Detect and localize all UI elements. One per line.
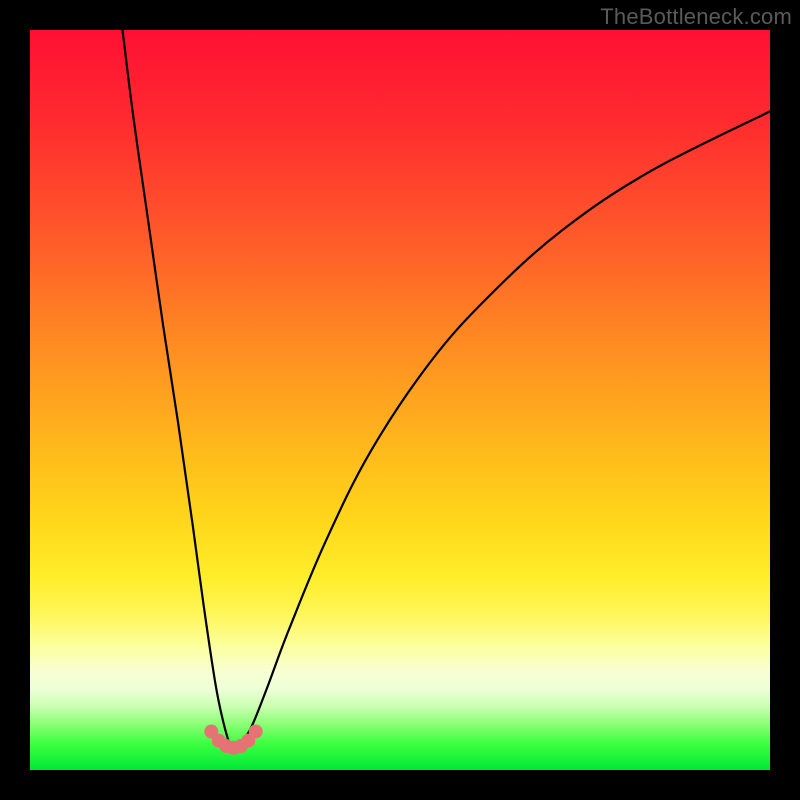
chart-svg (30, 30, 770, 770)
trough-marker-dot (249, 725, 263, 739)
trough-markers (204, 725, 262, 755)
watermark-text: TheBottleneck.com (600, 4, 792, 30)
chart-frame (30, 30, 770, 770)
bottleneck-curve (123, 30, 771, 748)
